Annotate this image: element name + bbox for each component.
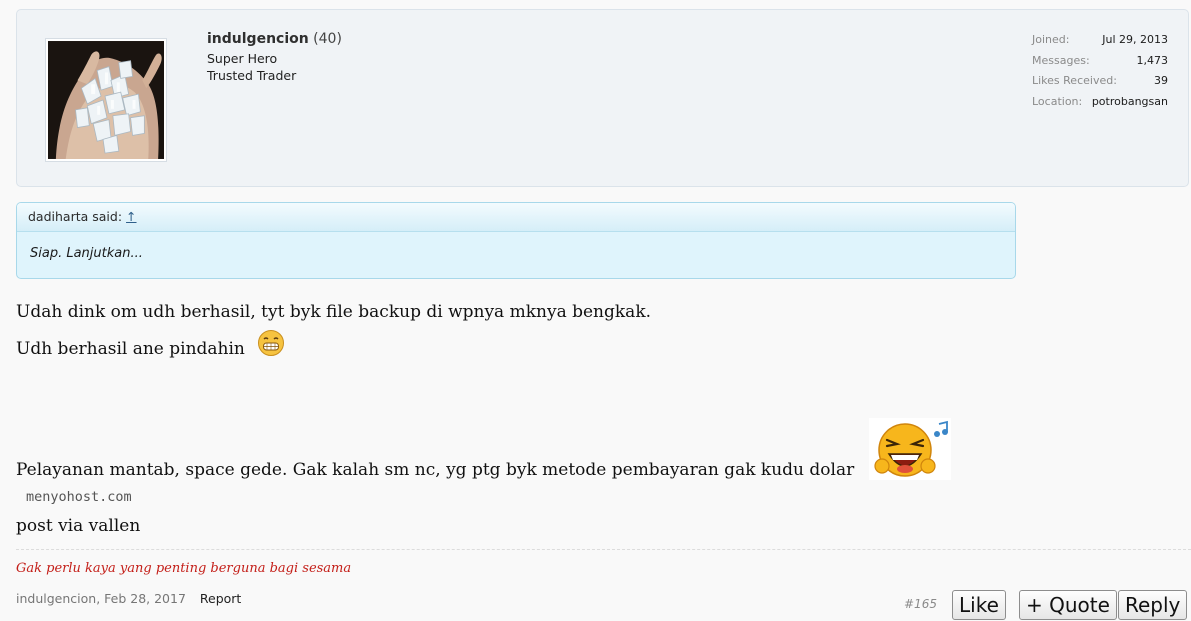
stat-joined: Joined: Jul 29, 2013 (1032, 31, 1168, 52)
user-name-line: indulgencion (40) (207, 31, 342, 47)
quote-block: dadiharta said: ↑ Siap. Lanjutkan... (16, 202, 1016, 279)
user-title-primary: Super Hero (207, 51, 278, 66)
quote-author-label: dadiharta said: (28, 209, 123, 224)
stat-messages: Messages: 1,473 (1032, 52, 1168, 73)
avatar-image (48, 41, 164, 159)
message-line-2: Udh berhasil ane pindahin (16, 339, 245, 359)
stat-location: Location: potrobangsan (1032, 93, 1168, 114)
post-meta: indulgencion, Feb 28, 2017 Report (16, 591, 241, 606)
message-mono-text: menyohost.com (26, 489, 132, 505)
stat-likes-received: Likes Received: 39 (1032, 72, 1168, 93)
user-info-card: indulgencion (40) Super Hero Trusted Tra… (16, 9, 1189, 187)
message-line-1: Udah dink om udh berhasil, tyt byk file … (16, 302, 652, 322)
message-line-3: Pelayanan mantab, space gede. Gak kalah … (16, 460, 855, 480)
stat-value: 39 (1154, 74, 1168, 87)
post-number[interactable]: #165 (904, 597, 937, 611)
user-stats: Joined: Jul 29, 2013 Messages: 1,473 Lik… (1032, 31, 1168, 113)
stat-label: Joined: (1032, 33, 1070, 46)
signature-divider (16, 549, 1191, 550)
username-link[interactable]: indulgencion (207, 31, 309, 47)
avatar[interactable] (45, 38, 167, 162)
stat-label: Location: (1032, 94, 1083, 108)
message-line-4: post via vallen (16, 516, 141, 536)
reply-button[interactable]: Reply (1118, 590, 1188, 620)
user-signature: Gak perlu kaya yang penting berguna bagi… (16, 561, 352, 576)
stat-label: Messages: (1032, 53, 1090, 67)
stat-value: Jul 29, 2013 (1102, 33, 1168, 46)
report-link[interactable]: Report (200, 591, 241, 606)
post-author-date[interactable]: indulgencion, Feb 28, 2017 (16, 591, 186, 606)
like-button[interactable]: Like (952, 590, 1006, 620)
quote-attribution: dadiharta said: ↑ (17, 203, 1015, 232)
grin-smiley-icon (258, 330, 284, 356)
stat-value[interactable]: 1,473 (1137, 52, 1169, 73)
stat-value[interactable]: potrobangsan (1092, 93, 1168, 114)
quote-jump-link[interactable]: ↑ (126, 209, 136, 224)
quote-text: Siap. Lanjutkan... (30, 246, 143, 261)
laughing-smiley-icon (869, 418, 951, 480)
user-title-secondary: Trusted Trader (207, 68, 297, 83)
quote-button[interactable]: + Quote (1019, 590, 1117, 620)
user-post-count: (40) (313, 31, 342, 47)
stat-label: Likes Received: (1032, 74, 1117, 87)
